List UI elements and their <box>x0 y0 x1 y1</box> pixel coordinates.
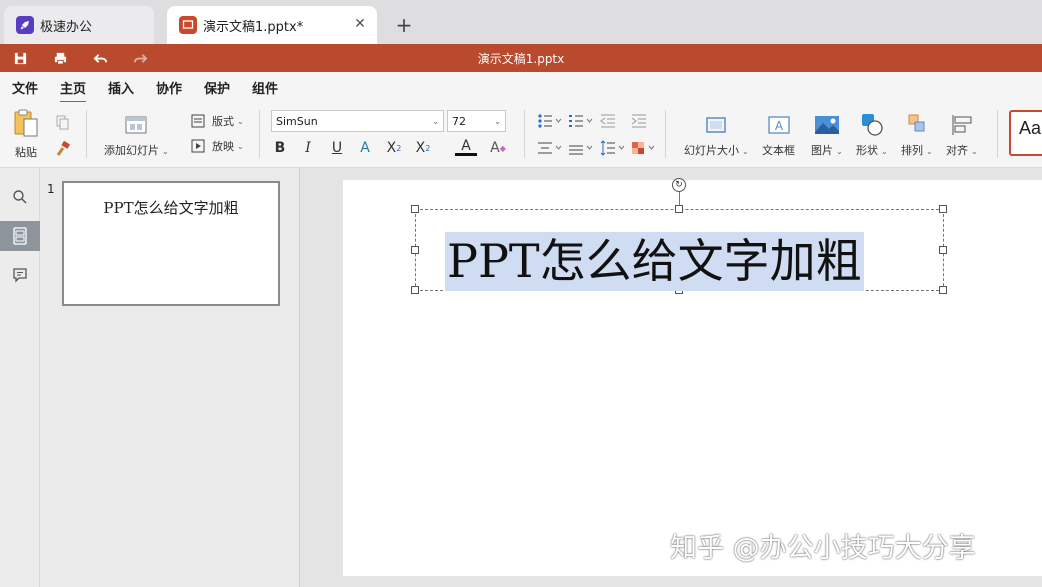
highlight-icon[interactable]: A ◆ <box>487 138 509 158</box>
shape-label: 形状 <box>856 144 878 157</box>
paste-icon <box>13 109 39 137</box>
ribbon-divider <box>665 110 666 158</box>
slides-panel-icon[interactable] <box>0 221 40 251</box>
slide-size-icon <box>703 112 729 138</box>
paste-button[interactable]: 粘贴 <box>13 109 39 160</box>
menu-insert[interactable]: 插入 <box>108 78 134 97</box>
title-bar: 演示文稿1.pptx <box>0 44 1042 72</box>
search-icon[interactable] <box>0 182 40 212</box>
menu-collaborate[interactable]: 协作 <box>156 78 182 97</box>
ribbon-divider <box>997 110 998 158</box>
shape-button[interactable]: 形状 ⌄ <box>856 112 888 158</box>
increase-indent-icon[interactable] <box>631 111 657 131</box>
align-label: 对齐 <box>946 144 968 157</box>
textbox-icon: A <box>766 112 792 138</box>
resize-handle[interactable] <box>411 246 419 254</box>
arrange-label: 排列 <box>901 144 923 157</box>
resize-handle[interactable] <box>939 205 947 213</box>
resize-handle[interactable] <box>675 205 683 213</box>
menu-home[interactable]: 主页 <box>60 78 87 103</box>
layout-label: 版式 <box>212 115 234 128</box>
textbox-label: 文本框 <box>762 144 795 157</box>
italic-icon[interactable]: I <box>297 138 319 158</box>
vertical-align-icon[interactable] <box>568 138 594 158</box>
picture-label: 图片 <box>811 144 833 157</box>
play-icon <box>190 138 206 154</box>
font-family-value: SimSun <box>276 114 318 128</box>
font-size-select[interactable]: 72 ⌄ <box>447 110 506 132</box>
ribbon-toolbar: 粘贴 添加幻灯片 ⌄ 版式 ⌄ 放映 ⌄ SimSun ⌄ 72 ⌄ B I U A X2… <box>0 102 1042 168</box>
ribbon-divider <box>259 110 260 158</box>
layout-button[interactable]: 版式 ⌄ <box>190 111 244 131</box>
document-title: 演示文稿1.pptx <box>477 52 565 66</box>
font-color-icon[interactable]: A <box>455 138 477 156</box>
resize-handle[interactable] <box>411 205 419 213</box>
textbox-button[interactable]: A 文本框 <box>762 112 795 158</box>
left-rail <box>0 168 40 587</box>
watermark-text: 知乎 @办公小技巧大分享 <box>670 533 976 564</box>
play-button[interactable]: 放映 ⌄ <box>190 136 244 156</box>
close-icon[interactable]: ✕ <box>351 15 369 33</box>
line-spacing-icon[interactable] <box>600 138 626 158</box>
add-slide-icon <box>123 112 149 138</box>
strikethrough-icon[interactable]: A <box>354 138 376 158</box>
font-family-select[interactable]: SimSun ⌄ <box>271 110 444 132</box>
menu-file[interactable]: 文件 <box>12 78 38 97</box>
rocket-icon <box>16 16 34 34</box>
menu-bar: 文件 主页 插入 协作 保护 组件 <box>0 72 1042 103</box>
arrange-icon <box>904 112 930 138</box>
menu-protect[interactable]: 保护 <box>204 78 230 97</box>
resize-handle[interactable] <box>411 286 419 294</box>
layout-icon <box>190 113 206 129</box>
font-size-value: 72 <box>452 114 466 128</box>
menu-plugins[interactable]: 组件 <box>252 78 278 97</box>
new-tab-button[interactable]: + <box>392 13 416 37</box>
picture-icon <box>814 112 840 138</box>
arrange-button[interactable]: 排列 ⌄ <box>901 112 933 158</box>
rotate-handle-icon[interactable]: ↻ <box>672 178 686 192</box>
shape-icon <box>859 112 885 138</box>
numbered-list-icon[interactable] <box>568 111 594 131</box>
paste-label: 粘贴 <box>15 146 37 159</box>
slide-size-button[interactable]: 幻灯片大小 ⌄ <box>684 112 749 158</box>
align-center-icon[interactable] <box>537 138 563 158</box>
resize-handle[interactable] <box>939 286 947 294</box>
add-slide-button[interactable]: 添加幻灯片 ⌄ <box>104 112 169 158</box>
picture-button[interactable]: 图片 ⌄ <box>811 112 843 158</box>
svg-text:A: A <box>774 119 783 133</box>
slide-thumbnails-panel: 1 PPT怎么给文字加粗 <box>40 168 300 587</box>
slide-number: 1 <box>47 182 55 196</box>
presentation-icon <box>179 16 197 34</box>
tab-label: 演示文稿1.pptx* <box>203 19 304 35</box>
align-icon <box>949 112 975 138</box>
slide-title-text[interactable]: PPT怎么给文字加粗 <box>445 232 864 291</box>
slide-canvas: ↻ PPT怎么给文字加粗 <box>300 168 1042 587</box>
tab-app-home[interactable]: 极速办公 <box>4 6 154 44</box>
add-slide-label: 添加幻灯片 <box>104 144 159 157</box>
resize-handle[interactable] <box>939 246 947 254</box>
shape-fill-icon[interactable] <box>631 138 657 158</box>
superscript-icon[interactable]: X2 <box>383 138 405 158</box>
format-painter-icon[interactable] <box>55 139 81 159</box>
slide[interactable]: ↻ PPT怎么给文字加粗 <box>343 178 1042 576</box>
subscript-icon[interactable]: X2 <box>412 138 434 158</box>
bullet-list-icon[interactable] <box>537 111 563 131</box>
copy-icon[interactable] <box>55 112 81 132</box>
slide-thumbnail[interactable]: PPT怎么给文字加粗 <box>62 181 280 306</box>
browser-tab-strip: 极速办公 演示文稿1.pptx* ✕ + <box>0 0 1042 44</box>
comment-icon[interactable] <box>0 260 40 290</box>
thumbnail-title: PPT怎么给文字加粗 <box>103 199 239 217</box>
play-label: 放映 <box>212 140 234 153</box>
ribbon-divider <box>86 110 87 158</box>
tab-label: 极速办公 <box>40 19 93 35</box>
ribbon-divider <box>524 110 525 158</box>
align-button[interactable]: 对齐 ⌄ <box>946 112 978 158</box>
theme-preview[interactable]: Aa <box>1009 110 1042 156</box>
underline-icon[interactable]: U <box>326 138 348 158</box>
bold-icon[interactable]: B <box>269 138 291 158</box>
tab-document[interactable]: 演示文稿1.pptx* ✕ <box>167 6 377 44</box>
slide-size-label: 幻灯片大小 <box>684 144 739 157</box>
decrease-indent-icon[interactable] <box>600 111 626 131</box>
